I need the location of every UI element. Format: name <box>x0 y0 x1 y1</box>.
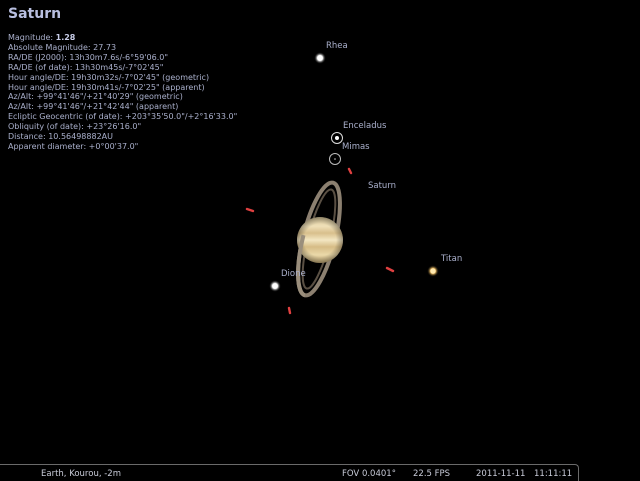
magnitude-line: Magnitude: 1.28 <box>8 33 76 42</box>
time-text: 11:11:11 <box>534 469 573 479</box>
location-text: Earth, Kourou, -2m <box>41 469 121 479</box>
info-line: Hour angle/DE: 19h30m32s/-7°02'45" (geom… <box>8 72 210 82</box>
info-line: Az/Alt: +99°41'46"/+21°42'44" (apparent) <box>8 102 179 112</box>
status-bar: Earth, Kourou, -2m FOV 0.0401° 22.5 FPS … <box>0 464 579 481</box>
dione-label: Dione <box>281 269 306 279</box>
info-line: Hour angle/DE: 19h30m41s/-7°02'25" (appa… <box>8 82 205 92</box>
mimas-label: Mimas <box>342 142 370 152</box>
rhea-label: Rhea <box>326 41 348 51</box>
enceladus-label: Enceladus <box>343 121 387 131</box>
saturn-planet[interactable] <box>289 179 348 299</box>
info-line: Obliquity (of date): +23°26'16.0" <box>8 122 142 132</box>
object-info-panel: Magnitude: 1.28 Absolute Magnitude: 27.7… <box>8 33 237 152</box>
info-line: Apparent diameter: +0°00'37.0" <box>8 141 139 151</box>
info-line: Ecliptic Geocentric (of date): +203°35'5… <box>8 112 238 122</box>
info-line: Distance: 10.56498882AU <box>8 132 113 142</box>
info-line: RA/DE (J2000): 13h30m7.6s/-6°59'06.0" <box>8 52 169 62</box>
fov-text: FOV 0.0401° <box>342 469 396 479</box>
info-line: RA/DE (of date): 13h30m45s/-7°02'45" <box>8 62 164 72</box>
saturn-label: Saturn <box>368 181 397 191</box>
date-text: 2011-11-11 <box>476 469 526 479</box>
info-line: Absolute Magnitude: 27.73 <box>8 42 117 52</box>
titan-label: Titan <box>441 254 463 264</box>
object-title: Saturn <box>8 6 62 22</box>
info-line: Az/Alt: +99°41'46"/+21°40'29" (geometric… <box>8 92 183 102</box>
fps-text: 22.5 FPS <box>413 469 451 479</box>
